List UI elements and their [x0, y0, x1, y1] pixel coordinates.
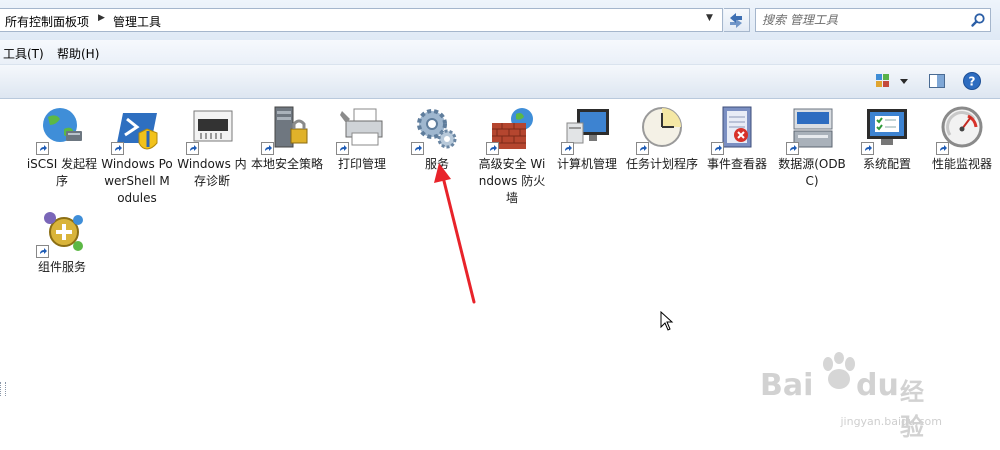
view-icon [876, 74, 908, 87]
menu-bar: 工具(T) 帮助(H) [0, 40, 1000, 65]
help-icon: ? [963, 72, 981, 90]
preview-pane-button[interactable] [928, 71, 946, 94]
breadcrumb-separator-icon[interactable]: ▶ [98, 13, 105, 23]
help-button[interactable]: ? [962, 71, 982, 94]
search-box[interactable] [755, 8, 991, 32]
baidu-watermark: Bai du 经验 [760, 352, 940, 441]
search-icon[interactable] [970, 12, 986, 28]
breadcrumb-admin-tools[interactable]: 管理工具 [113, 13, 161, 30]
menu-help[interactable]: 帮助(H) [57, 45, 99, 62]
address-bar-row: 所有控制面板项 ▶ 管理工具 ▼ [0, 0, 1000, 40]
refresh-icon [730, 13, 742, 28]
address-bar[interactable]: 所有控制面板项 ▶ 管理工具 ▼ [0, 8, 723, 32]
preview-pane-icon [929, 74, 945, 88]
breadcrumb-control-panel[interactable]: 所有控制面板项 [5, 13, 89, 30]
content-pane: iSCSI 发起程序 Windows PowerShell Modules Wi… [0, 99, 1000, 450]
paw-icon [823, 352, 855, 389]
change-view-button[interactable] [874, 71, 910, 94]
menu-tools[interactable]: 工具(T) [3, 45, 44, 62]
mouse-cursor-icon [660, 311, 674, 331]
watermark-url: jingyan.baidu.com [840, 415, 942, 428]
search-input[interactable] [762, 11, 962, 29]
refresh-button[interactable] [724, 8, 750, 32]
address-dropdown-icon[interactable]: ▼ [706, 13, 713, 23]
svg-text:?: ? [969, 75, 976, 89]
toolbar: ? [0, 65, 1000, 99]
